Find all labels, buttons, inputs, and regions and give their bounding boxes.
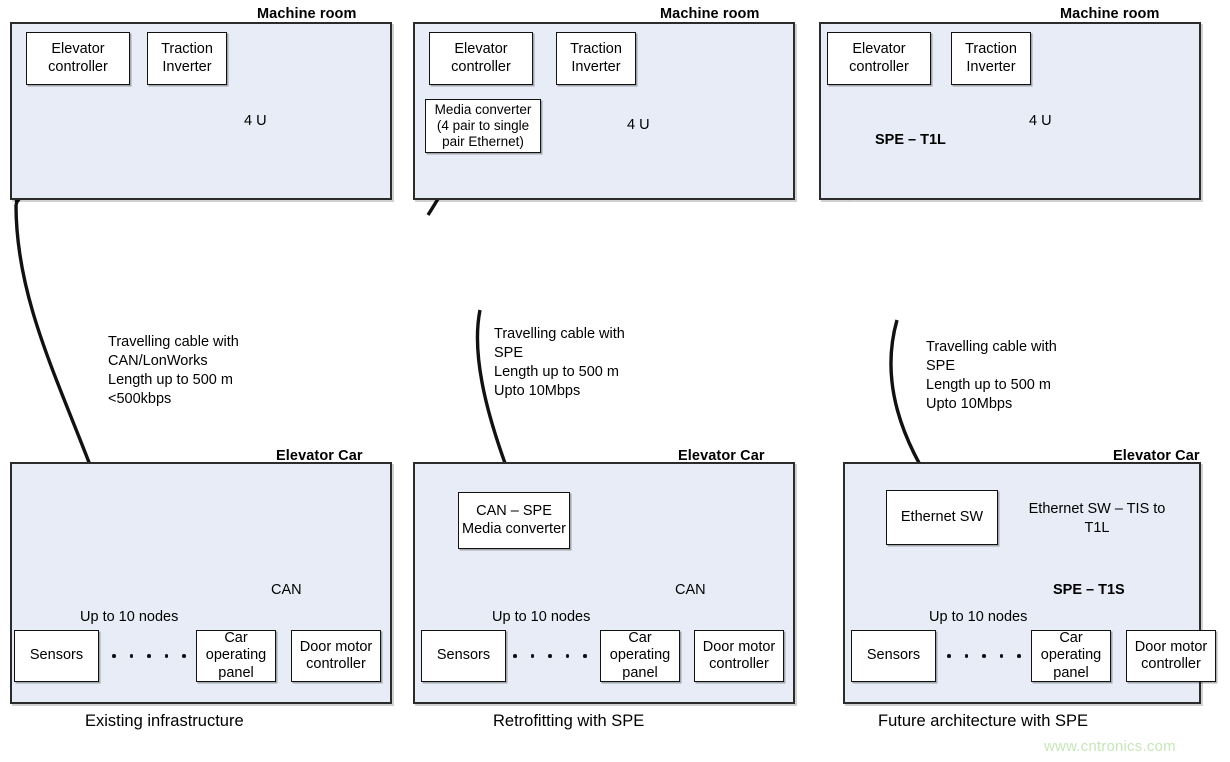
sensors-box-2[interactable]: Sensors [421,630,506,682]
sensors-box-3[interactable]: Sensors [851,630,936,682]
sensors-box-1[interactable]: Sensors [14,630,99,682]
machine-room-title-1: Machine room [257,6,357,22]
traction-inverter-box-1[interactable]: Traction Inverter [147,32,227,85]
car-operating-panel-box-3[interactable]: Car operating panel [1031,630,1111,682]
elevator-controller-box-2[interactable]: Elevator controller [429,32,533,85]
door-motor-controller-box-2[interactable]: Door motor controller [694,630,784,682]
traction-inverter-box-2[interactable]: Traction Inverter [556,32,636,85]
machine-room-title-2: Machine room [660,6,760,22]
car-bus-label-1: CAN [271,582,302,598]
ellipsis-dots-1 [112,654,186,658]
rack-units-label-3: 4 U [1029,113,1052,129]
rack-units-label-2: 4 U [627,117,650,133]
rack-units-label-1: 4 U [244,113,267,129]
column-caption-2: Retrofitting with SPE [493,712,645,730]
diagram-canvas: Machine room Elevator controller Tractio… [0,0,1230,762]
machine-room-title-3: Machine room [1060,6,1160,22]
elevator-controller-box-3[interactable]: Elevator controller [827,32,931,85]
travelling-cable-note-2: Travelling cable with SPE Length up to 5… [494,326,625,399]
column-caption-3: Future architecture with SPE [878,712,1089,730]
door-motor-controller-box-1[interactable]: Door motor controller [291,630,381,682]
ellipsis-dots-2 [513,654,587,658]
car-nodes-label-2: Up to 10 nodes [492,609,591,625]
travelling-cable-note-3: Travelling cable with SPE Length up to 5… [926,339,1057,412]
site-watermark: www.cntronics.com [1044,738,1176,755]
car-nodes-label-3: Up to 10 nodes [929,609,1028,625]
ethernet-sw-note-3: Ethernet SW – TIS to T1L [1028,501,1166,536]
spe-t1l-link-label-3: SPE – T1L [875,132,946,148]
car-nodes-label-1: Up to 10 nodes [80,609,179,625]
door-motor-controller-box-3[interactable]: Door motor controller [1126,630,1216,682]
car-operating-panel-box-2[interactable]: Car operating panel [600,630,680,682]
car-bus-label-3: SPE – T1S [1053,582,1125,598]
can-spe-media-converter-box-2[interactable]: CAN – SPE Media converter [458,492,570,549]
car-operating-panel-box-1[interactable]: Car operating panel [196,630,276,682]
travelling-cable-note-1: Travelling cable with CAN/LonWorks Lengt… [108,334,239,407]
traction-inverter-box-3[interactable]: Traction Inverter [951,32,1031,85]
media-converter-box-2[interactable]: Media converter (4 pair to single pair E… [425,99,541,153]
car-bus-label-2: CAN [675,582,706,598]
column-caption-1: Existing infrastructure [85,712,244,730]
ethernet-sw-box-3[interactable]: Ethernet SW [886,490,998,545]
ellipsis-dots-3 [947,654,1021,658]
elevator-controller-box-1[interactable]: Elevator controller [26,32,130,85]
